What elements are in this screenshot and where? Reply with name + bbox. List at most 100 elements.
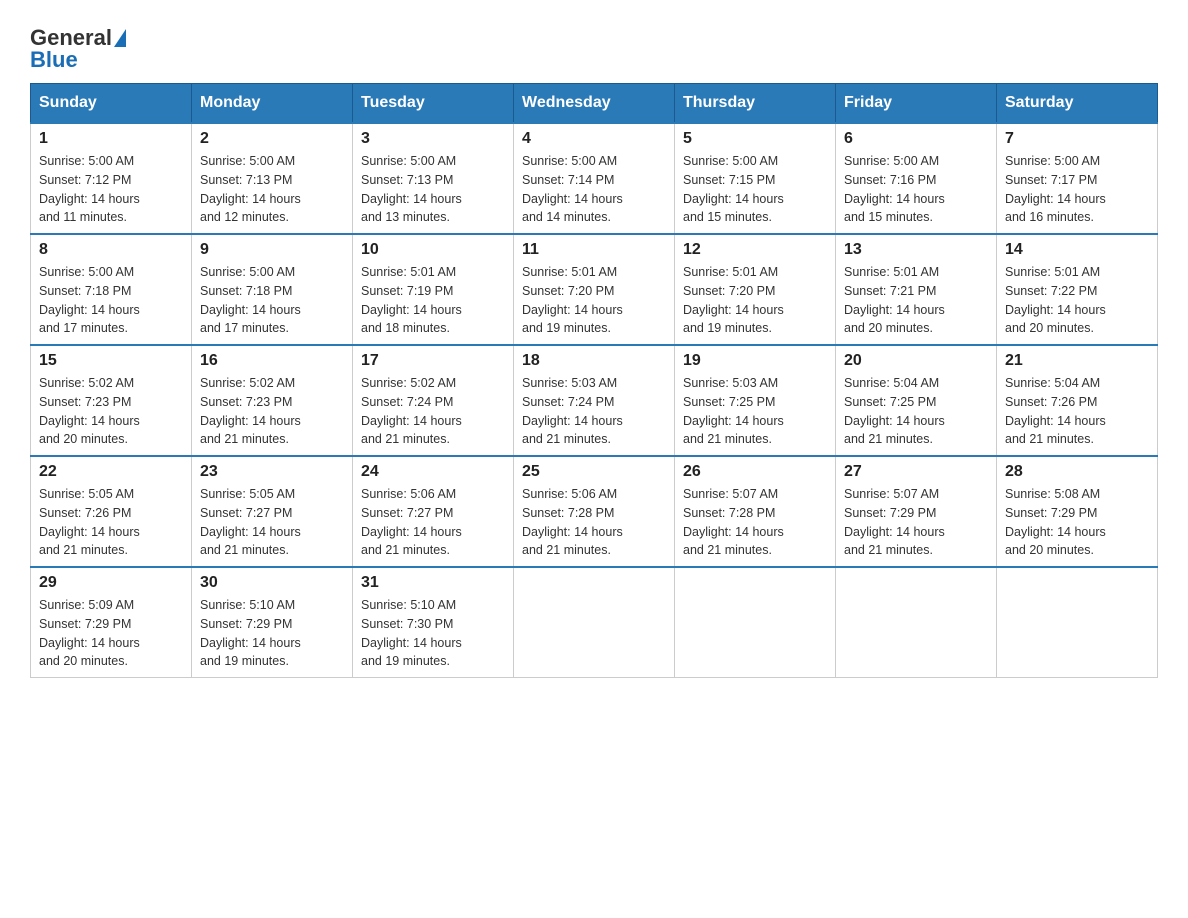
logo-triangle-icon	[114, 29, 126, 47]
day-number: 14	[1005, 241, 1149, 259]
day-number: 8	[39, 241, 183, 259]
calendar-cell: 21 Sunrise: 5:04 AMSunset: 7:26 PMDayligh…	[997, 345, 1158, 456]
calendar-cell: 18 Sunrise: 5:03 AMSunset: 7:24 PMDayligh…	[514, 345, 675, 456]
day-number: 4	[522, 130, 666, 148]
calendar-cell: 13 Sunrise: 5:01 AMSunset: 7:21 PMDayligh…	[836, 234, 997, 345]
calendar-cell: 2 Sunrise: 5:00 AMSunset: 7:13 PMDaylight…	[192, 123, 353, 234]
calendar-cell	[675, 567, 836, 678]
day-info: Sunrise: 5:06 AMSunset: 7:27 PMDaylight:…	[361, 485, 505, 560]
day-info: Sunrise: 5:00 AMSunset: 7:17 PMDaylight:…	[1005, 152, 1149, 227]
day-info: Sunrise: 5:01 AMSunset: 7:20 PMDaylight:…	[522, 263, 666, 338]
day-number: 24	[361, 463, 505, 481]
day-number: 5	[683, 130, 827, 148]
day-info: Sunrise: 5:04 AMSunset: 7:26 PMDaylight:…	[1005, 374, 1149, 449]
day-info: Sunrise: 5:10 AMSunset: 7:30 PMDaylight:…	[361, 596, 505, 671]
day-number: 16	[200, 352, 344, 370]
calendar-cell: 14 Sunrise: 5:01 AMSunset: 7:22 PMDayligh…	[997, 234, 1158, 345]
header-cell-tuesday: Tuesday	[353, 84, 514, 124]
week-row-3: 15 Sunrise: 5:02 AMSunset: 7:23 PMDayligh…	[31, 345, 1158, 456]
calendar-cell: 11Sunrise: 5:01 AMSunset: 7:20 PMDayligh…	[514, 234, 675, 345]
logo-blue-text: Blue	[30, 47, 78, 73]
calendar-cell: 16 Sunrise: 5:02 AMSunset: 7:23 PMDayligh…	[192, 345, 353, 456]
calendar-cell: 10 Sunrise: 5:01 AMSunset: 7:19 PMDayligh…	[353, 234, 514, 345]
week-row-1: 1Sunrise: 5:00 AMSunset: 7:12 PMDaylight…	[31, 123, 1158, 234]
calendar-cell	[997, 567, 1158, 678]
calendar-cell: 24 Sunrise: 5:06 AMSunset: 7:27 PMDayligh…	[353, 456, 514, 567]
calendar-cell: 19 Sunrise: 5:03 AMSunset: 7:25 PMDayligh…	[675, 345, 836, 456]
calendar-cell: 15 Sunrise: 5:02 AMSunset: 7:23 PMDayligh…	[31, 345, 192, 456]
calendar-cell: 5 Sunrise: 5:00 AMSunset: 7:15 PMDaylight…	[675, 123, 836, 234]
day-number: 21	[1005, 352, 1149, 370]
page-header: General Blue	[30, 20, 1158, 73]
header-cell-friday: Friday	[836, 84, 997, 124]
day-info: Sunrise: 5:03 AMSunset: 7:25 PMDaylight:…	[683, 374, 827, 449]
calendar-cell: 4 Sunrise: 5:00 AMSunset: 7:14 PMDaylight…	[514, 123, 675, 234]
day-info: Sunrise: 5:02 AMSunset: 7:23 PMDaylight:…	[39, 374, 183, 449]
day-info: Sunrise: 5:00 AMSunset: 7:12 PMDaylight:…	[39, 152, 183, 227]
calendar-table: SundayMondayTuesdayWednesdayThursdayFrid…	[30, 83, 1158, 678]
day-info: Sunrise: 5:00 AMSunset: 7:13 PMDaylight:…	[200, 152, 344, 227]
calendar-cell: 17 Sunrise: 5:02 AMSunset: 7:24 PMDayligh…	[353, 345, 514, 456]
day-number: 19	[683, 352, 827, 370]
day-info: Sunrise: 5:07 AMSunset: 7:29 PMDaylight:…	[844, 485, 988, 560]
calendar-cell: 30 Sunrise: 5:10 AMSunset: 7:29 PMDayligh…	[192, 567, 353, 678]
calendar-cell: 3 Sunrise: 5:00 AMSunset: 7:13 PMDaylight…	[353, 123, 514, 234]
calendar-header-row: SundayMondayTuesdayWednesdayThursdayFrid…	[31, 84, 1158, 124]
day-number: 26	[683, 463, 827, 481]
day-number: 3	[361, 130, 505, 148]
day-number: 31	[361, 574, 505, 592]
calendar-cell	[836, 567, 997, 678]
header-cell-monday: Monday	[192, 84, 353, 124]
calendar-cell: 25 Sunrise: 5:06 AMSunset: 7:28 PMDayligh…	[514, 456, 675, 567]
day-info: Sunrise: 5:08 AMSunset: 7:29 PMDaylight:…	[1005, 485, 1149, 560]
day-number: 28	[1005, 463, 1149, 481]
day-info: Sunrise: 5:05 AMSunset: 7:27 PMDaylight:…	[200, 485, 344, 560]
day-info: Sunrise: 5:02 AMSunset: 7:24 PMDaylight:…	[361, 374, 505, 449]
calendar-cell	[514, 567, 675, 678]
day-info: Sunrise: 5:00 AMSunset: 7:18 PMDaylight:…	[39, 263, 183, 338]
day-number: 30	[200, 574, 344, 592]
day-info: Sunrise: 5:00 AMSunset: 7:14 PMDaylight:…	[522, 152, 666, 227]
day-number: 12	[683, 241, 827, 259]
day-number: 10	[361, 241, 505, 259]
header-cell-wednesday: Wednesday	[514, 84, 675, 124]
day-number: 2	[200, 130, 344, 148]
day-info: Sunrise: 5:02 AMSunset: 7:23 PMDaylight:…	[200, 374, 344, 449]
day-number: 7	[1005, 130, 1149, 148]
day-number: 9	[200, 241, 344, 259]
day-number: 13	[844, 241, 988, 259]
day-number: 17	[361, 352, 505, 370]
day-info: Sunrise: 5:00 AMSunset: 7:16 PMDaylight:…	[844, 152, 988, 227]
day-info: Sunrise: 5:00 AMSunset: 7:18 PMDaylight:…	[200, 263, 344, 338]
header-cell-sunday: Sunday	[31, 84, 192, 124]
day-info: Sunrise: 5:01 AMSunset: 7:20 PMDaylight:…	[683, 263, 827, 338]
calendar-cell: 6 Sunrise: 5:00 AMSunset: 7:16 PMDaylight…	[836, 123, 997, 234]
day-info: Sunrise: 5:00 AMSunset: 7:15 PMDaylight:…	[683, 152, 827, 227]
day-info: Sunrise: 5:03 AMSunset: 7:24 PMDaylight:…	[522, 374, 666, 449]
calendar-cell: 31 Sunrise: 5:10 AMSunset: 7:30 PMDayligh…	[353, 567, 514, 678]
day-number: 22	[39, 463, 183, 481]
day-number: 27	[844, 463, 988, 481]
day-info: Sunrise: 5:00 AMSunset: 7:13 PMDaylight:…	[361, 152, 505, 227]
calendar-cell: 1Sunrise: 5:00 AMSunset: 7:12 PMDaylight…	[31, 123, 192, 234]
day-info: Sunrise: 5:09 AMSunset: 7:29 PMDaylight:…	[39, 596, 183, 671]
day-info: Sunrise: 5:01 AMSunset: 7:22 PMDaylight:…	[1005, 263, 1149, 338]
day-info: Sunrise: 5:06 AMSunset: 7:28 PMDaylight:…	[522, 485, 666, 560]
day-info: Sunrise: 5:01 AMSunset: 7:21 PMDaylight:…	[844, 263, 988, 338]
day-info: Sunrise: 5:04 AMSunset: 7:25 PMDaylight:…	[844, 374, 988, 449]
day-info: Sunrise: 5:07 AMSunset: 7:28 PMDaylight:…	[683, 485, 827, 560]
calendar-cell: 28 Sunrise: 5:08 AMSunset: 7:29 PMDayligh…	[997, 456, 1158, 567]
day-number: 6	[844, 130, 988, 148]
day-info: Sunrise: 5:05 AMSunset: 7:26 PMDaylight:…	[39, 485, 183, 560]
calendar-cell: 8 Sunrise: 5:00 AMSunset: 7:18 PMDaylight…	[31, 234, 192, 345]
day-info: Sunrise: 5:10 AMSunset: 7:29 PMDaylight:…	[200, 596, 344, 671]
day-number: 15	[39, 352, 183, 370]
calendar-cell: 12 Sunrise: 5:01 AMSunset: 7:20 PMDayligh…	[675, 234, 836, 345]
day-info: Sunrise: 5:01 AMSunset: 7:19 PMDaylight:…	[361, 263, 505, 338]
calendar-cell: 26 Sunrise: 5:07 AMSunset: 7:28 PMDayligh…	[675, 456, 836, 567]
calendar-cell: 9 Sunrise: 5:00 AMSunset: 7:18 PMDaylight…	[192, 234, 353, 345]
calendar-cell: 27 Sunrise: 5:07 AMSunset: 7:29 PMDayligh…	[836, 456, 997, 567]
day-number: 25	[522, 463, 666, 481]
calendar-cell: 22 Sunrise: 5:05 AMSunset: 7:26 PMDayligh…	[31, 456, 192, 567]
day-number: 18	[522, 352, 666, 370]
